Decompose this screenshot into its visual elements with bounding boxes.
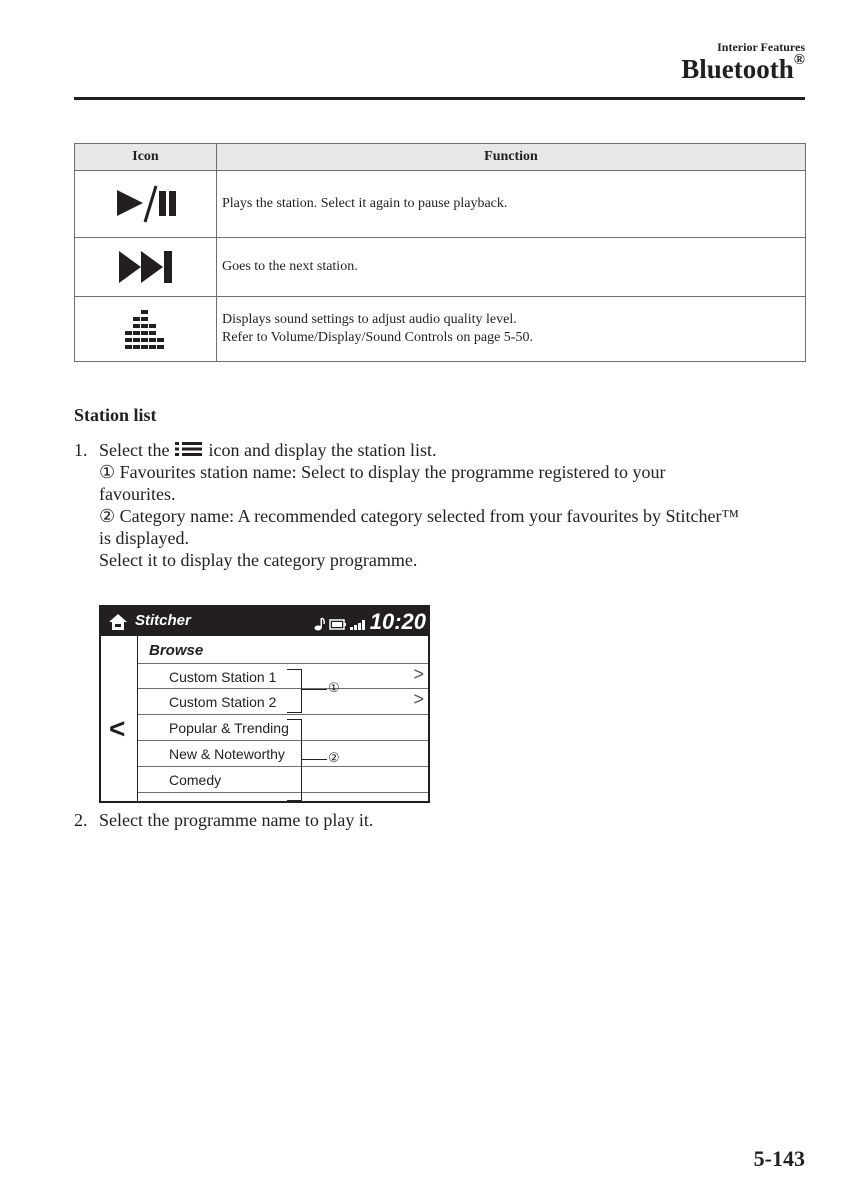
list-item-label: Custom Station 2 [169, 694, 277, 710]
play-pause-icon [116, 185, 176, 223]
table-header-row: Icon Function [74, 143, 806, 171]
note-text: is displayed. [99, 528, 189, 548]
step-number: 2. [74, 810, 88, 830]
function-text-ref: Refer to Volume/Display/Sound Controls o… [222, 330, 533, 345]
table-row: Plays the station. Select it again to pa… [74, 170, 806, 238]
step-2: 2. Select the programme name to play it. [74, 809, 373, 831]
callout-bracket-2 [287, 719, 302, 801]
function-text: Goes to the next station. [216, 237, 806, 297]
list-item[interactable]: Popular & Trending [138, 714, 428, 740]
signal-icon [350, 620, 365, 630]
page-title: Bluetooth® [681, 52, 805, 85]
list-item-label: Custom Station 1 [169, 669, 277, 685]
step-number: 1. [74, 440, 88, 460]
page-number: 5-143 [753, 1146, 805, 1171]
header-icon: Icon [74, 143, 217, 171]
callout-leader-1 [302, 689, 327, 690]
header-section-label: Interior Features [717, 40, 805, 54]
callout-label-1: ① [328, 680, 340, 695]
step-text: icon and display the station list. [208, 440, 437, 460]
list-item[interactable]: Custom Station 2 > [138, 688, 428, 714]
list-item[interactable]: New & Noteworthy [138, 740, 428, 766]
function-text: Plays the station. Select it again to pa… [216, 170, 806, 238]
screen-status-bar: Stitcher 10:20 [101, 607, 428, 636]
list-item[interactable]: Comedy [138, 766, 428, 792]
clock-time: 10:20 [369, 609, 426, 634]
chevron-right-icon: > [413, 664, 424, 684]
chevron-right-icon: > [413, 689, 424, 709]
header-function: Function [216, 143, 806, 171]
browse-title: Browse [149, 642, 204, 659]
note-text: Category name: A recommended category se… [119, 506, 740, 526]
stitcher-screen: Stitcher 10:20 < Browse Custom Station 1… [99, 605, 430, 803]
list-divider [138, 792, 428, 802]
section-heading: Station list [74, 405, 157, 425]
callout-bracket-1 [287, 669, 302, 713]
step-text: Select the [99, 440, 170, 460]
table-row: Displays sound settings to adjust audio … [74, 296, 806, 362]
step-text: Select the programme name to play it. [99, 810, 374, 830]
callout-marker-2: ② [99, 506, 116, 526]
home-icon[interactable] [108, 613, 128, 631]
table-row: Goes to the next station. [74, 237, 806, 297]
back-chevron-icon[interactable]: < [109, 713, 125, 745]
step-1: 1. Select the icon and display the statio… [74, 439, 739, 571]
list-item-label: Popular & Trending [169, 720, 289, 736]
note-text: Select it to display the category progra… [99, 550, 418, 570]
registered-mark: ® [793, 52, 805, 68]
list-icon [174, 442, 202, 456]
callout-marker-1: ① [99, 462, 116, 482]
list-item-label: New & Noteworthy [169, 746, 285, 762]
page-title-text: Bluetooth [681, 54, 794, 84]
header-rule [74, 97, 805, 100]
list-item-label: Comedy [169, 772, 222, 788]
list-item[interactable]: Custom Station 1 > [138, 663, 428, 689]
callout-label-2: ② [328, 750, 340, 765]
battery-icon [329, 619, 346, 630]
callout-leader-2 [302, 759, 327, 760]
note-text: Favourites station name: Select to displ… [119, 462, 666, 482]
next-track-icon [118, 251, 172, 283]
note-text: favourites. [99, 484, 176, 504]
sound-settings-icon [124, 310, 164, 349]
music-note-icon [314, 617, 325, 631]
screen-left-panel: < [101, 636, 138, 801]
function-text: Displays sound settings to adjust audio … [222, 312, 517, 327]
icon-function-table: Icon Function Plays the station. Select … [74, 143, 806, 362]
app-name: Stitcher [135, 612, 191, 629]
